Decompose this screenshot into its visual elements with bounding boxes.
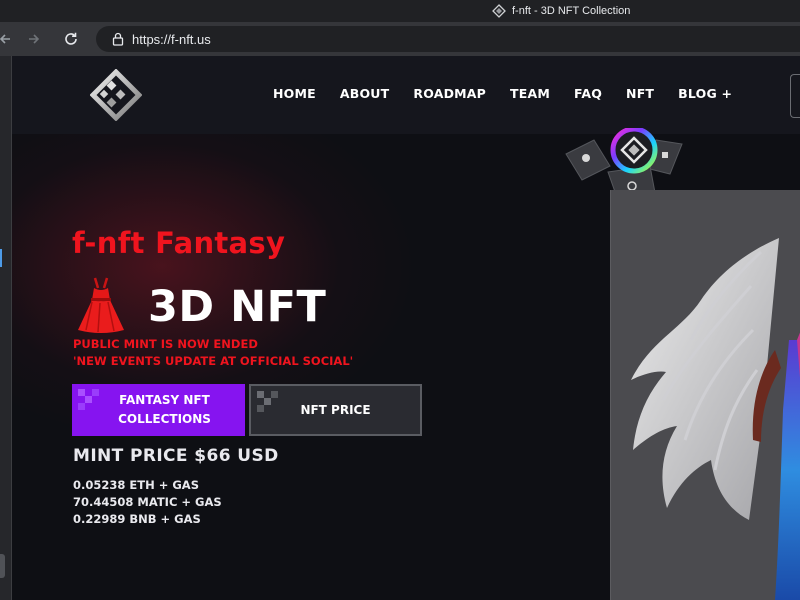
lock-icon[interactable]	[112, 32, 124, 46]
address-bar[interactable]: https://f-nft.us	[96, 26, 800, 52]
collections-label-line2: COLLECTIONS	[118, 412, 211, 426]
nft-price-label: NFT PRICE	[300, 402, 371, 417]
nav-blog[interactable]: BLOG +	[678, 86, 732, 101]
main-nav: HOME ABOUT ROADMAP TEAM FAQ NFT BLOG +	[273, 86, 732, 101]
tab-title-text: f-nft - 3D NFT Collection	[512, 5, 631, 17]
url-text[interactable]: https://f-nft.us	[132, 32, 211, 47]
reload-icon[interactable]	[60, 28, 82, 50]
red-dress-icon	[78, 277, 124, 333]
nav-about[interactable]: ABOUT	[340, 86, 390, 101]
price-matic: 70.44508 MATIC + GAS	[73, 495, 222, 509]
nft-showcase-panel	[610, 190, 800, 600]
nft-price-button[interactable]: NFT PRICE	[249, 384, 422, 436]
mint-price-heading: MINT PRICE $66 USD	[73, 446, 279, 466]
hero-subtitle: 3D NFT	[148, 282, 327, 332]
page-viewport: HOME ABOUT ROADMAP TEAM FAQ NFT BLOG + f…	[12, 56, 800, 600]
angel-character-image	[631, 238, 800, 600]
nav-faq[interactable]: FAQ	[574, 86, 602, 101]
pixel-decoration-icon	[78, 389, 99, 410]
collections-label-line1: FANTASY NFT	[119, 393, 210, 407]
notice-events: 'NEW EVENTS UPDATE AT OFFICIAL SOCIAL'	[73, 354, 354, 368]
nav-team[interactable]: TEAM	[510, 86, 550, 101]
header-action-button[interactable]	[790, 74, 800, 118]
side-panel-handle[interactable]	[0, 554, 5, 578]
side-panel-indicator	[0, 249, 2, 267]
price-eth: 0.05238 ETH + GAS	[73, 478, 199, 492]
back-arrow-icon[interactable]	[0, 28, 16, 50]
nav-home[interactable]: HOME	[273, 86, 316, 101]
nav-nft[interactable]: NFT	[626, 86, 654, 101]
browser-toolbar: https://f-nft.us	[0, 22, 800, 56]
site-header: HOME ABOUT ROADMAP TEAM FAQ NFT BLOG +	[12, 56, 800, 134]
nav-roadmap[interactable]: ROADMAP	[413, 86, 486, 101]
side-panel-edge	[0, 56, 12, 600]
site-favicon-icon	[492, 4, 506, 18]
fantasy-collections-label: FANTASY NFT COLLECTIONS	[118, 391, 211, 429]
notice-mint-ended: PUBLIC MINT IS NOW ENDED	[73, 337, 258, 351]
widget-card-left[interactable]	[565, 139, 611, 181]
hero-title: f-nft Fantasy	[72, 226, 286, 260]
price-bnb: 0.22989 BNB + GAS	[73, 512, 201, 526]
browser-title-bar: f-nft - 3D NFT Collection	[0, 0, 800, 22]
pixel-decoration-icon	[257, 391, 278, 412]
forward-arrow-icon[interactable]	[23, 28, 45, 50]
fantasy-collections-button[interactable]: FANTASY NFT COLLECTIONS	[72, 384, 245, 436]
cube-logo-icon[interactable]	[90, 69, 142, 121]
browser-tab[interactable]: f-nft - 3D NFT Collection	[492, 2, 630, 20]
